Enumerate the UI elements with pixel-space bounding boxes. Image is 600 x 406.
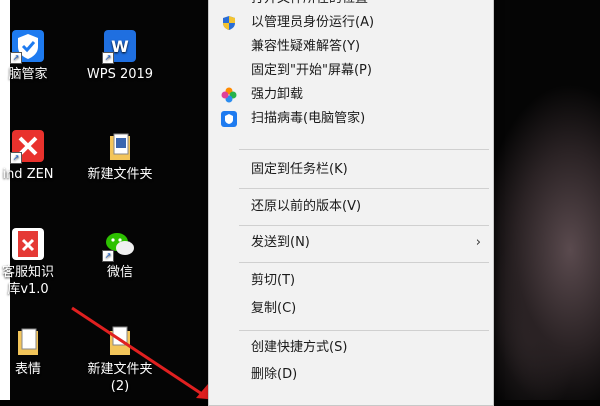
- desktop-icon-label: WPS 2019: [86, 67, 154, 82]
- desktop-icon-new-folder[interactable]: 新建文件夹: [80, 130, 160, 183]
- menu-item-open-file-location[interactable]: 打开文件所在的位置: [209, 0, 493, 11]
- desktop-icon-xmind[interactable]: ↗ ind ZEN: [0, 130, 68, 183]
- menu-item-create-shortcut[interactable]: 创建快捷方式(S): [209, 336, 493, 360]
- menu-item-delete[interactable]: 删除(D): [209, 363, 493, 387]
- desktop-icon-label: 新建文件夹: [87, 167, 153, 182]
- menu-item-copy[interactable]: 复制(C): [209, 297, 493, 321]
- desktop-icon-label: ind ZEN: [2, 167, 54, 182]
- menu-item-label: 剪切(T): [251, 273, 296, 288]
- uninstall-flower-icon: [221, 87, 237, 103]
- menu-item-label: 固定到"开始"屏幕(P): [251, 63, 372, 78]
- chevron-right-icon: ›: [475, 235, 481, 250]
- desktop-icon-kb[interactable]: 客服知识 库v1.0: [0, 228, 68, 298]
- pc-manager-shield-icon: [221, 111, 237, 127]
- desktop-icon-label: 表情: [14, 362, 41, 377]
- context-menu[interactable]: 打开文件所在的位置 以管理员身份运行(A) 兼容性疑难解答(Y) 固定到"开始"…: [208, 0, 494, 406]
- desktop-icon-wps[interactable]: W ↗ WPS 2019: [80, 30, 160, 83]
- shortcut-arrow-icon: ↗: [10, 152, 22, 164]
- menu-item-pin-to-taskbar[interactable]: 固定到任务栏(K): [209, 158, 493, 182]
- desktop-icon-emoji-folder[interactable]: 表情: [0, 325, 68, 378]
- menu-item-label: 打开文件所在的位置: [251, 0, 368, 11]
- desktop-icon-label-line1: 客服知识: [1, 265, 54, 280]
- menu-item-send-to[interactable]: 发送到(N) ›: [209, 231, 493, 255]
- menu-separator: [239, 330, 489, 331]
- desktop-icon-label-line2: 库v1.0: [7, 282, 49, 297]
- desktop-icon-label: 微信: [106, 265, 133, 280]
- folder-icon: [104, 130, 136, 162]
- menu-item-scan-virus[interactable]: 扫描病毒(电脑管家): [209, 107, 493, 131]
- shortcut-arrow-icon: ↗: [102, 250, 114, 262]
- desktop-icon-pc-manager[interactable]: ↗ 脑管家: [0, 30, 68, 83]
- wps-icon: W ↗: [102, 30, 136, 64]
- menu-item-label: 创建快捷方式(S): [251, 340, 348, 355]
- menu-item-label: 扫描病毒(电脑管家): [251, 111, 366, 126]
- red-arrow-annotation: [71, 306, 218, 400]
- tencent-pc-manager-icon: ↗: [10, 30, 44, 64]
- uac-shield-icon: [221, 15, 237, 31]
- menu-separator: [239, 262, 489, 263]
- menu-item-pin-to-start[interactable]: 固定到"开始"屏幕(P): [209, 59, 493, 83]
- menu-item-label: 强力卸载: [251, 87, 304, 102]
- shortcut-arrow-icon: ↗: [102, 52, 114, 64]
- desktop-icon-wechat[interactable]: ↗ 微信: [80, 228, 160, 281]
- menu-item-label: 复制(C): [251, 301, 297, 316]
- menu-item-label: 还原以前的版本(V): [251, 199, 362, 214]
- menu-separator: [239, 188, 489, 189]
- menu-item-label: 固定到任务栏(K): [251, 162, 348, 177]
- menu-separator: [239, 225, 489, 226]
- desktop-icon-label: 脑管家: [8, 67, 48, 82]
- menu-item-label: 删除(D): [251, 367, 298, 382]
- wechat-icon: ↗: [102, 228, 136, 262]
- menu-item-run-as-admin[interactable]: 以管理员身份运行(A): [209, 11, 493, 35]
- menu-item-compat-troubleshoot[interactable]: 兼容性疑难解答(Y): [209, 35, 493, 59]
- folder-icon: [12, 325, 44, 357]
- shortcut-arrow-icon: ↗: [10, 52, 22, 64]
- document-app-icon: [12, 228, 44, 260]
- menu-item-restore-previous[interactable]: 还原以前的版本(V): [209, 195, 493, 219]
- menu-item-cut[interactable]: 剪切(T): [209, 269, 493, 293]
- menu-item-label: 发送到(N): [251, 235, 310, 250]
- xmind-zen-icon: ↗: [10, 130, 44, 164]
- menu-item-label: 以管理员身份运行(A): [251, 15, 375, 30]
- menu-item-force-uninstall[interactable]: 强力卸载: [209, 83, 493, 107]
- menu-separator: [239, 149, 489, 150]
- menu-item-label: 兼容性疑难解答(Y): [251, 39, 361, 54]
